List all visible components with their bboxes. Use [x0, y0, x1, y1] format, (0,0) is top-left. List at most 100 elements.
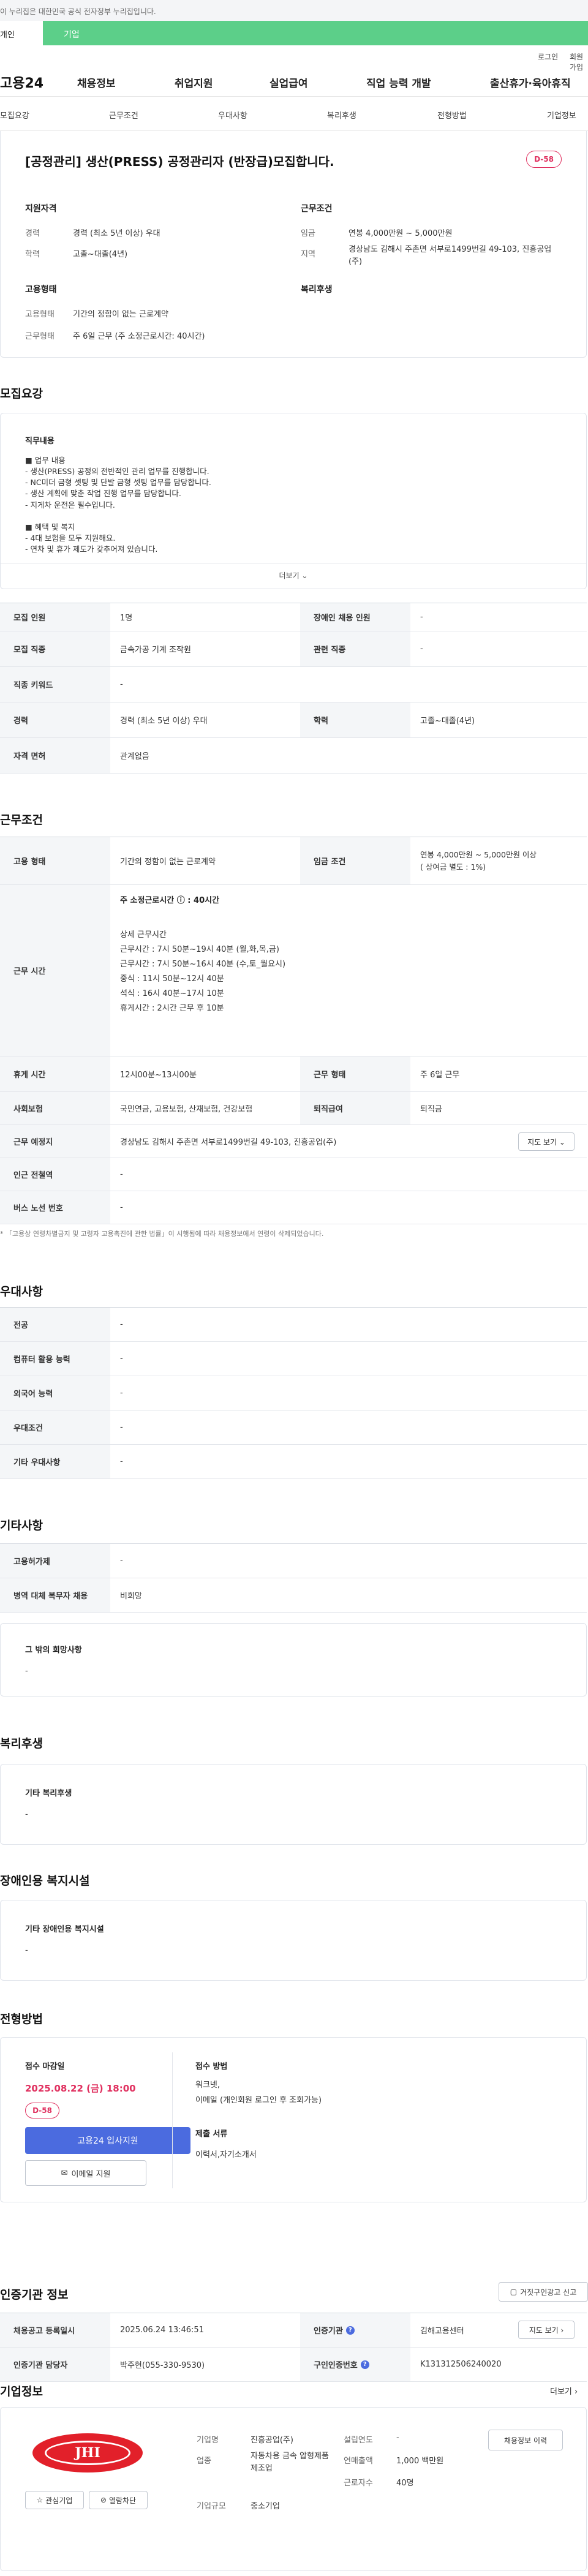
map-button[interactable]: 지도 보기 ⌄ — [518, 1132, 575, 1151]
cert-table: 채용공고 등록일시 2025.06.24 13:46:51 인증기관? 김해고용… — [0, 2313, 587, 2382]
method-label: 접수 방법 — [195, 2062, 228, 2071]
work-table: 고용 형태 기간의 정함이 없는 근로계약 임금 조건 연봉 4,000만원 ~… — [0, 837, 587, 1224]
table-row: 전공 - — [0, 1308, 587, 1342]
company-name: 진흥공업(주) — [251, 2436, 293, 2445]
disabled-sub-title: 기타 장애인용 복지시설 — [25, 1925, 104, 1934]
welfare-title: 복리후생 — [301, 285, 333, 295]
gov-banner: 이 누리집은 대한민국 공식 전자정부 누리집입니다. — [0, 0, 588, 21]
duty-text: ■ 업무 내용 - 생산(PRESS) 공정의 전반적인 관리 업무를 진행합니… — [25, 456, 211, 554]
company-heading: 기업정보 — [0, 2385, 43, 2398]
table-row: 외국어 능력 - — [0, 1376, 587, 1410]
table-row: 버스 노선 번호 - — [0, 1191, 587, 1224]
utility-bar: 로그인 회원가입 — [0, 45, 588, 72]
table-row: 근무 예정지 경상남도 김해시 주촌면 서부로1499번길 49-103, 진흥… — [0, 1125, 587, 1158]
table-row: 근무 시간 주 소정근로시간 ⓘ : 40시간 상세 근무시간 근무시간 : 7… — [0, 885, 587, 1056]
tab-process[interactable]: 전형방법 — [437, 109, 467, 121]
process-heading: 전형방법 — [0, 2013, 43, 2026]
edu-label: 학력 — [25, 250, 40, 259]
disabled-card: 기타 장애인용 복지시설 - — [0, 1900, 587, 1981]
table-row: 고용허가제 - — [0, 1544, 587, 1578]
tab-company[interactable]: 기업 — [43, 21, 110, 45]
table-row: 휴게 시간 12시00분~13시00분 근무 형태 주 6일 근무 — [0, 1056, 587, 1092]
tab-work-conditions[interactable]: 근무조건 — [109, 109, 138, 121]
nav-parental-leave[interactable]: 출산휴가·육아휴직 — [490, 75, 571, 90]
duty-card: 직무내용 ■ 업무 내용 - 생산(PRESS) 공정의 전반적인 관리 업무를… — [0, 413, 587, 589]
nav-employment-support[interactable]: 취업지원 — [175, 75, 213, 90]
table-row: 인근 전철역 - — [0, 1158, 587, 1191]
company-more-link[interactable]: 더보기 › — [550, 2385, 578, 2397]
company-size: 중소기업 — [251, 2502, 280, 2511]
duty-title: 직무내용 — [25, 437, 55, 446]
qual-title: 지원자격 — [25, 204, 57, 214]
wish-title: 그 밖의 희망사항 — [25, 1646, 82, 1655]
dday-badge: D-58 — [526, 151, 562, 168]
table-row: 경력 경력 (최소 5년 이상) 우대 학력 고졸~대졸(4년) — [0, 702, 587, 738]
weekly-hours: 주 소정근로시간 ⓘ : 40시간 — [120, 896, 220, 905]
tab-welfare[interactable]: 복리후생 — [327, 109, 356, 121]
table-row: 직종 키워드 - — [0, 667, 587, 702]
site-logo[interactable]: 고용24 — [0, 72, 43, 92]
nav-vocational-training[interactable]: 직업 능력 개발 — [366, 75, 431, 90]
table-row: 컴퓨터 활용 능력 - — [0, 1342, 587, 1376]
disabled-heading: 장애인용 복지시설 — [0, 1874, 90, 1888]
emptype-label: 고용형태 — [25, 310, 55, 319]
table-row: 모집 직종 금속가공 기계 조작원 관련 직종 - — [0, 631, 587, 667]
company-sales: 1,000 백만원 — [396, 2457, 444, 2466]
company-card: JHI ☆ 관심기업 ⊘ 열람차단 기업명 진흥공업(주) 업종 자동차용 금속 압… — [0, 2407, 587, 2571]
company-staff: 40명 — [396, 2479, 414, 2488]
process-dday-badge: D-58 — [25, 2103, 59, 2118]
tab-company[interactable]: 기업정보 — [547, 109, 576, 121]
block-button[interactable]: ⊘ 열람차단 — [89, 2491, 148, 2509]
cond-title: 근무조건 — [301, 204, 333, 214]
recruit-heading: 모집요강 — [0, 387, 43, 401]
wish-value: - — [25, 1666, 28, 1676]
age-note: * 「고용상 연령차별금지 및 고령자 고용촉진에 관한 법률」이 시행됨에 따… — [0, 1230, 324, 1238]
tab-recruit[interactable]: 모집요강 — [0, 109, 29, 121]
hours-detail: 상세 근무시간 근무시간 : 7시 50분~19시 40분 (월,화,목,금) … — [120, 930, 286, 1014]
main-nav: 고용24 채용정보 취업지원 실업급여 직업 능력 개발 출산휴가·육아휴직 — [0, 64, 588, 97]
docs-value: 이력서,자기소개서 — [195, 2150, 257, 2160]
info-icon[interactable]: ? — [345, 2326, 355, 2335]
work-heading: 근무조건 — [0, 813, 43, 827]
cert-heading: 인증기관 정보 — [0, 2288, 69, 2302]
nav-unemployment-benefit[interactable]: 실업급여 — [270, 75, 308, 90]
area-label: 지역 — [301, 250, 315, 259]
wage-value: 연봉 4,000만원 ~ 5,000만원 — [349, 229, 453, 238]
user-type-tabs: 개인 기업 — [0, 21, 588, 45]
company-industry: 자동차용 금속 압형제품 제조업 — [251, 2452, 329, 2474]
recruit-table: 모집 인원 1명 장애인 채용 인원 - 모집 직종 금속가공 기계 조작원 관… — [0, 603, 587, 774]
tab-preferences[interactable]: 우대사항 — [218, 109, 247, 121]
nav-jobs[interactable]: 채용정보 — [77, 75, 116, 90]
tab-personal[interactable]: 개인 — [0, 21, 43, 45]
org-map-button[interactable]: 지도 보기 › — [518, 2321, 575, 2339]
login-link[interactable]: 로그인 — [538, 51, 558, 62]
email-apply-button[interactable]: ✉ 이메일 지원 — [25, 2160, 146, 2186]
report-button[interactable]: ▢ 거짓구인광고 신고 — [499, 2282, 588, 2302]
etc-heading: 기타사항 — [0, 1519, 43, 1532]
deadline-label: 접수 마감일 — [25, 2062, 65, 2071]
summary-card: [공정관리] 생산(PRESS) 공정관리자 (반장급)모집합니다. D-58 … — [0, 131, 587, 358]
pref-heading: 우대사항 — [0, 1285, 43, 1298]
block-icon: ⊘ — [100, 2496, 107, 2504]
table-row: 인증기관 담당자 박주현(055-330-9530) 구인인증번호? K1313… — [0, 2348, 587, 2382]
pref-table: 전공 - 컴퓨터 활용 능력 - 외국어 능력 - 우대조건 - 기타 우대사항 - — [0, 1307, 587, 1479]
more-button[interactable]: 더보기 ⌄ — [1, 570, 586, 581]
favorite-button[interactable]: ☆ 관심기업 — [25, 2491, 84, 2509]
disabled-value: - — [25, 1946, 28, 1955]
deadline-value: 2025.08.22 (금) 18:00 — [25, 2083, 136, 2094]
table-row: 기타 우대사항 - — [0, 1445, 587, 1479]
table-row: 사회보험 국민연금, 고용보험, 산재보험, 건강보험 퇴직급여 퇴직금 — [0, 1092, 587, 1125]
welfare-heading: 복리후생 — [0, 1737, 43, 1750]
company-logo: JHI — [32, 2433, 143, 2472]
table-row: 병역 대체 복무자 채용 비희망 — [0, 1578, 587, 1613]
area-value: 경상남도 김해시 주촌면 서부로1499번길 49-103, 진흥공업(주) — [349, 245, 552, 267]
company-year: - — [396, 2433, 399, 2442]
docs-label: 제출 서류 — [195, 2130, 228, 2139]
process-card: 접수 마감일 2025.08.22 (금) 18:00 D-58 고용24 입사… — [0, 2037, 587, 2202]
apply-button[interactable]: 고용24 입사지원 — [25, 2127, 190, 2154]
method-value: 워크넷, 이메일 (개인회원 로그인 후 조회가능) — [195, 2081, 322, 2105]
table-row: 채용공고 등록일시 2025.06.24 13:46:51 인증기관? 김해고용… — [0, 2313, 587, 2348]
info-icon[interactable]: ? — [360, 2360, 369, 2369]
hiring-history-button[interactable]: 채용정보 이력 — [488, 2430, 563, 2450]
welfare-value: - — [25, 1810, 28, 1819]
